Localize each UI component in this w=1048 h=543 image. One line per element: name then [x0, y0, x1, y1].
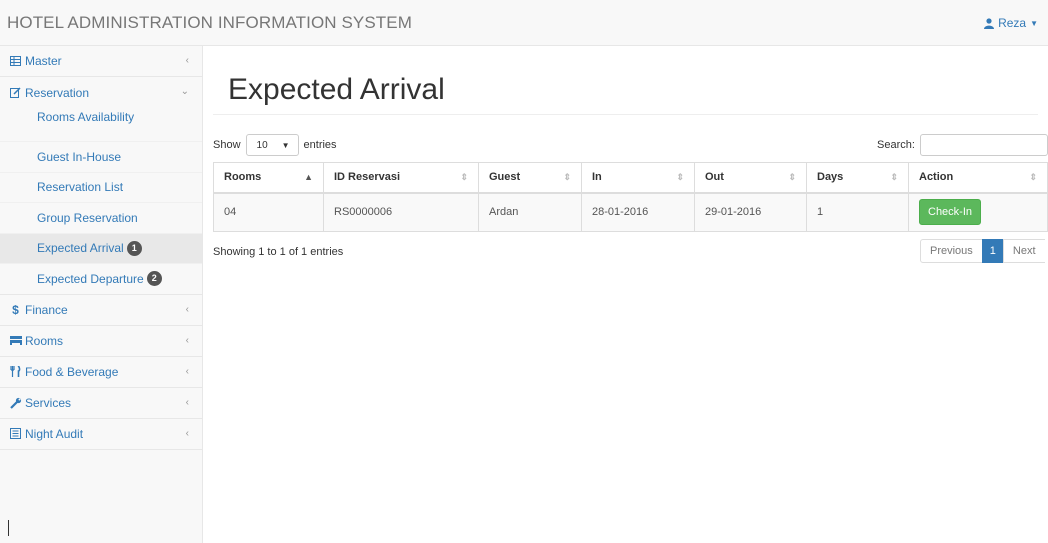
chevron-left-icon: ‹: [185, 303, 189, 315]
caret-down-icon: ▼: [281, 140, 290, 150]
sidebar-subitem-label: Reservation List: [37, 180, 124, 195]
previous-page-button[interactable]: Previous: [920, 239, 983, 263]
show-label: Show: [213, 139, 241, 151]
sidebar-item-food-beverage[interactable]: Food & Beverage ‹: [0, 357, 202, 388]
chevron-left-icon: ‹: [185, 396, 189, 408]
dollar-icon: $: [12, 302, 19, 317]
chevron-down-icon: ⌄: [180, 86, 189, 97]
sidebar: Master ‹ Reservation ⌄ Rooms Availabilit…: [0, 46, 203, 543]
arrivals-table: Rooms ▲ ID Reservasi ⇕ Guest ⇕ In ⇕ Out ⇕ Day…: [213, 162, 1048, 232]
column-header-id-reservasi[interactable]: ID Reservasi ⇕: [323, 162, 479, 194]
sidebar-item-label: Reservation: [25, 85, 90, 100]
page-1-button[interactable]: 1: [981, 239, 1004, 263]
count-badge: 2: [146, 271, 162, 287]
sidebar-subitem-expected-arrival[interactable]: Expected Arrival 1: [0, 233, 202, 264]
top-navbar: HOTEL ADMINISTRATION INFORMATION SYSTEM …: [0, 0, 1048, 46]
column-header-in[interactable]: In ⇕: [581, 162, 695, 194]
sidebar-subitem-label: Expected Departure: [37, 271, 144, 286]
cell-rooms: 04: [213, 192, 324, 232]
sidebar-subitem-label: Guest In-House: [37, 149, 122, 164]
sidebar-item-label: Finance: [25, 302, 68, 317]
user-icon: [984, 17, 995, 29]
sidebar-item-label: Rooms: [25, 333, 64, 348]
column-header-guest[interactable]: Guest ⇕: [478, 162, 582, 194]
sidebar-item-services[interactable]: Services ‹: [0, 388, 202, 419]
sidebar-item-master[interactable]: Master ‹: [0, 46, 202, 77]
sidebar-subitem-guest-in-house[interactable]: Guest In-House: [0, 142, 202, 173]
sidebar-subitem-group-reservation[interactable]: Group Reservation: [0, 203, 202, 234]
column-header-days[interactable]: Days ⇕: [806, 162, 909, 194]
check-in-button[interactable]: Check-In: [919, 199, 982, 226]
sort-icon: ⇕: [676, 172, 684, 182]
table-info: Showing 1 to 1 of 1 entries: [213, 246, 344, 258]
sidebar-item-finance[interactable]: $ Finance ‹: [0, 295, 202, 326]
cell-in: 28-01-2016: [581, 192, 695, 232]
sort-icon: ⇕: [563, 172, 571, 182]
cell-guest: Ardan: [478, 192, 582, 232]
page-title: Expected Arrival: [228, 73, 445, 106]
column-header-out[interactable]: Out ⇕: [694, 162, 807, 194]
sort-icon: ⇕: [890, 172, 898, 182]
table-row: 04 RS0000006 Ardan 28-01-2016 29-01-2016…: [213, 192, 1048, 232]
entries-label: entries: [303, 139, 337, 151]
user-name: Reza: [998, 16, 1027, 30]
cell-id-reservasi: RS0000006: [323, 192, 479, 232]
chevron-left-icon: ‹: [185, 334, 189, 346]
chevron-left-icon: ‹: [185, 55, 189, 66]
list-alt-icon: [9, 427, 22, 440]
cell-out: 29-01-2016: [694, 192, 807, 232]
caret-down-icon: ▼: [1030, 18, 1038, 28]
column-header-action[interactable]: Action ⇕: [908, 162, 1048, 194]
sidebar-item-label: Master: [25, 54, 62, 68]
entries-length-control: Show 10 ▼ entries: [213, 134, 337, 156]
sidebar-subitem-label: Rooms Availability: [37, 110, 135, 124]
pagination: Previous 1 Next: [920, 239, 1045, 263]
cutlery-icon: [9, 365, 22, 378]
user-menu[interactable]: Reza ▼: [984, 16, 1038, 30]
sidebar-item-reservation[interactable]: Reservation ⌄: [0, 77, 202, 108]
sidebar-subitem-reservation-list[interactable]: Reservation List: [0, 173, 202, 203]
sidebar-item-label: Services: [25, 395, 72, 410]
column-header-rooms[interactable]: Rooms ▲: [213, 162, 324, 194]
sort-icon: ⇕: [788, 172, 796, 182]
search-input[interactable]: [919, 134, 1048, 156]
wrench-icon: [9, 396, 22, 409]
sidebar-subitem-label: Expected Arrival: [37, 241, 124, 256]
app-brand[interactable]: HOTEL ADMINISTRATION INFORMATION SYSTEM: [7, 13, 412, 33]
divider: [213, 114, 1038, 115]
sidebar-subitem-label: Group Reservation: [37, 210, 138, 225]
search-label: Search:: [877, 139, 915, 151]
sidebar-item-night-audit[interactable]: Night Audit ‹: [0, 419, 202, 450]
sidebar-subitem-expected-departure[interactable]: Expected Departure 2: [0, 264, 202, 295]
entries-select[interactable]: 10 ▼: [245, 134, 299, 156]
sidebar-item-label: Food & Beverage: [25, 364, 119, 379]
chevron-left-icon: ‹: [185, 365, 189, 377]
search-control: Search:: [877, 134, 1048, 156]
bed-icon: [9, 334, 22, 347]
sort-icon: ⇕: [1029, 172, 1037, 182]
entries-select-value: 10: [256, 139, 268, 151]
chevron-left-icon: ‹: [185, 427, 189, 439]
sort-icon: ⇕: [460, 172, 468, 182]
cell-days: 1: [806, 192, 909, 232]
sidebar-item-label: Night Audit: [25, 426, 84, 441]
count-badge: 1: [126, 240, 142, 256]
cell-action: Check-In: [908, 192, 1048, 232]
edit-icon: [9, 86, 22, 99]
text-cursor: [8, 520, 9, 536]
sort-asc-icon: ▲: [304, 172, 313, 182]
table-icon: [9, 55, 22, 68]
next-page-button[interactable]: Next: [1002, 239, 1045, 263]
sidebar-item-rooms[interactable]: Rooms ‹: [0, 326, 202, 357]
sidebar-subitem-rooms-availability[interactable]: Rooms Availability: [0, 108, 202, 142]
table-header-row: Rooms ▲ ID Reservasi ⇕ Guest ⇕ In ⇕ Out ⇕ Day…: [213, 162, 1048, 194]
